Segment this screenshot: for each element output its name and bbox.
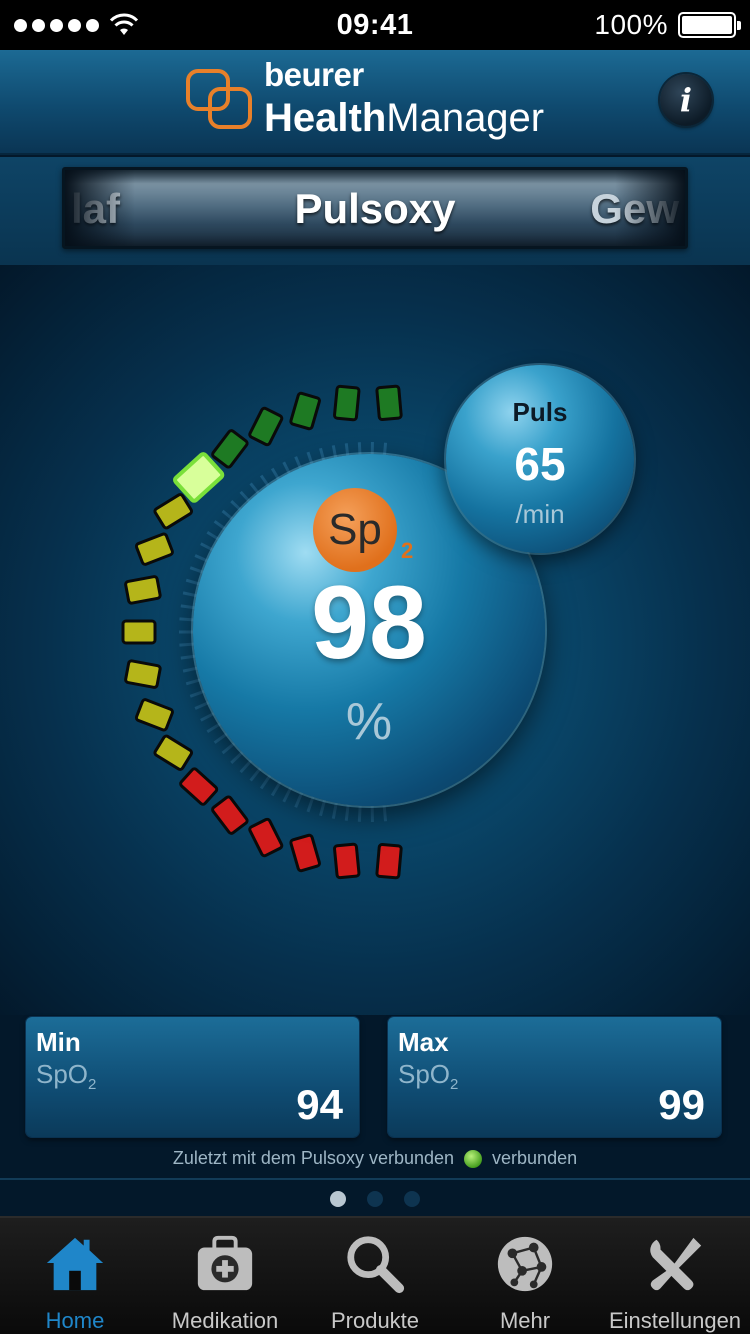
scale-segment [289,833,321,873]
spo2-badge-subscript: 2 [401,538,414,563]
scale-segment [134,532,174,566]
scale-tick [282,786,293,803]
tab-einstellungen-label: Einstellungen [608,1308,742,1333]
tab-medikation-label: Medikation [171,1308,279,1333]
tab-produkte[interactable]: Produkte [300,1218,450,1334]
tab-bar: Home Medikation Produkte Mehr Einstellun… [0,1216,750,1334]
battery-icon [678,12,741,38]
pulse-bubble: Puls 65 /min [446,365,634,553]
scale-segment [289,391,321,431]
min-spo2-card: Min SpO2 94 [26,1017,359,1137]
scale-segment [134,698,174,732]
tab-mehr-label: Mehr [499,1308,551,1333]
page-indicator[interactable] [0,1191,750,1207]
tab-home-label: Home [45,1308,105,1333]
spo2-badge: Sp [313,488,397,572]
page-dot[interactable] [330,1191,346,1207]
app-header: beurer HealthManager i [0,50,750,155]
scale-tick [382,805,388,822]
scale-tick [294,791,304,808]
info-icon: i [679,81,693,119]
pulse-unit: /min [515,499,565,529]
product-name: HealthManager [264,96,545,140]
scale-segment [153,493,194,530]
category-previous[interactable]: laf [71,185,120,233]
scale-segment [248,817,284,858]
scale-tick [319,799,327,817]
connection-text: Zuletzt mit dem Pulsoxy verbunden [172,1148,455,1168]
scale-segment [333,842,361,880]
scale-tick [306,796,315,813]
brand-name: beurer [264,56,364,93]
network-globe-icon [497,1236,553,1292]
status-time: 09:41 [336,8,414,41]
scale-segment [375,842,403,880]
tab-home[interactable]: Home [0,1218,150,1334]
scale-segment [179,767,219,806]
scale-tick [344,804,350,821]
scale-segment [248,406,284,447]
max-spo2-card: Max SpO2 99 [388,1017,721,1137]
scale-tick [270,780,282,797]
page-dot[interactable] [367,1191,383,1207]
page-dot[interactable] [404,1191,420,1207]
pulse-label: Puls [512,397,568,427]
scale-tick [259,774,272,790]
tab-einstellungen[interactable]: Einstellungen [600,1218,750,1334]
divider [0,1178,750,1180]
tab-mehr[interactable]: Mehr [450,1218,600,1334]
scale-segment [124,575,162,605]
scale-tick [357,805,362,822]
connection-state: verbunden [492,1148,578,1168]
min-title: Min [36,1027,81,1057]
scale-segment [333,384,361,422]
max-title: Max [398,1027,449,1057]
connection-status: Zuletzt mit dem Pulsoxy verbunden verbun… [0,1148,750,1169]
scale-tick [249,767,262,782]
scale-segment [121,619,157,645]
category-next[interactable]: Gew [590,185,679,233]
tab-produkte-label: Produkte [330,1308,420,1333]
max-value: 99 [658,1081,705,1128]
tab-medikation[interactable]: Medikation [150,1218,300,1334]
status-bar: 09:41 100% [0,0,750,50]
scale-segment [153,734,194,771]
pulse-value: 65 [514,438,566,490]
connection-indicator-icon [464,1149,483,1168]
category-slider[interactable]: laf Pulsoxy Gew [62,167,688,249]
info-button[interactable]: i [660,74,712,126]
scale-segment [211,795,249,835]
medical-kit-icon [197,1235,253,1291]
min-label: SpO2 [36,1059,97,1094]
scale-segment [211,429,249,469]
tools-icon [650,1237,702,1291]
scale-tick [230,750,244,764]
min-value: 94 [296,1081,343,1128]
category-band: laf Pulsoxy Gew [0,157,750,265]
spo2-value: 98 [311,565,427,681]
beurer-logo-icon [186,69,252,129]
scale-segment [375,384,403,422]
scale-tick [239,759,253,774]
max-label: SpO2 [398,1059,459,1094]
spo2-unit: % [345,693,393,751]
magnifier-icon [347,1236,405,1294]
spo2-gauge-area: Sp 2 98 % Puls 65 /min [0,265,750,1015]
home-icon [46,1237,104,1291]
scale-segment [124,659,162,689]
scale-tick [331,802,338,819]
